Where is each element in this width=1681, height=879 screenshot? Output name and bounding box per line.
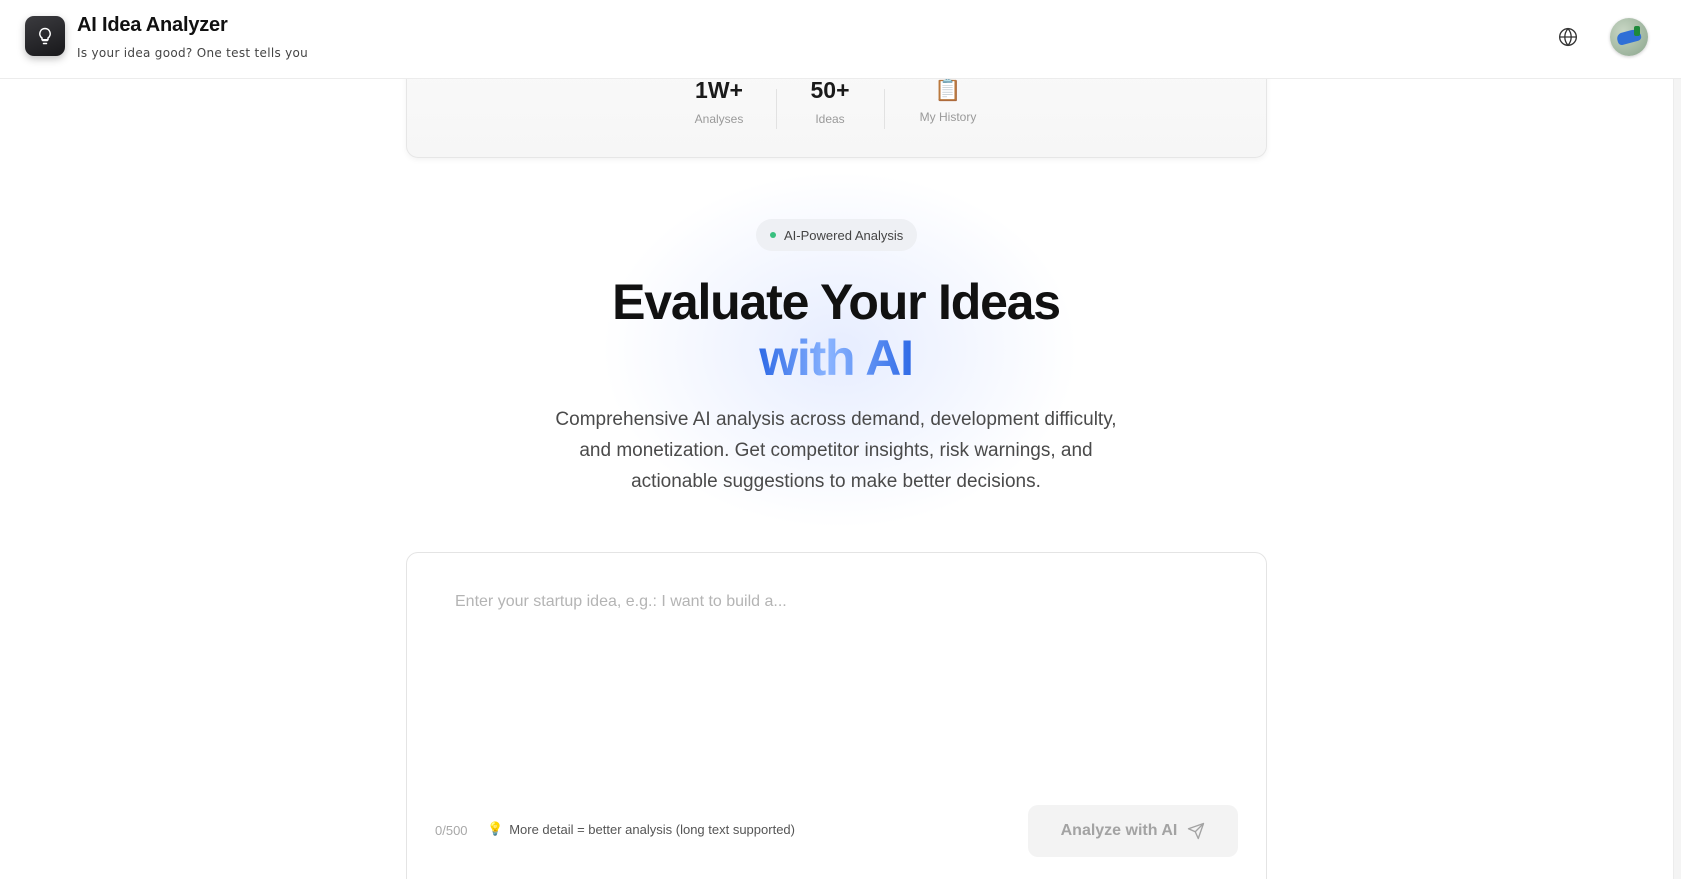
stat-value: 1W+	[695, 77, 743, 103]
stat-divider	[884, 89, 885, 129]
my-history-button[interactable]: 📋 My History	[908, 77, 988, 125]
lightbulb-icon	[39, 27, 51, 45]
user-avatar[interactable]	[1610, 18, 1648, 56]
hint-text: More detail = better analysis (long text…	[509, 821, 795, 837]
app-header: AI Idea Analyzer Is your idea good? One …	[0, 0, 1681, 79]
globe-icon	[1559, 27, 1577, 47]
input-hint: 💡 More detail = better analysis (long te…	[487, 821, 795, 837]
badge-label: AI-Powered Analysis	[784, 227, 904, 243]
app-title: AI Idea Analyzer	[77, 14, 228, 36]
stat-label: Ideas	[815, 112, 845, 126]
stat-value: 50+	[810, 77, 850, 103]
stat-ideas: 50+ Ideas	[798, 77, 862, 126]
language-button[interactable]	[1556, 25, 1580, 49]
idea-input-card: 0/500 💡 More detail = better analysis (l…	[406, 552, 1267, 879]
hero-description: Comprehensive AI analysis across demand,…	[555, 409, 1117, 492]
stat-divider	[776, 89, 777, 129]
ai-badge: AI-Powered Analysis	[756, 219, 918, 251]
stat-label: Analyses	[694, 112, 744, 126]
analyze-button-label: Analyze with AI	[1060, 822, 1178, 839]
lightbulb-icon: 💡	[487, 821, 504, 836]
hero-title: Evaluate Your Ideas	[612, 274, 1061, 330]
analyze-button[interactable]: Analyze with AI	[1028, 805, 1238, 857]
page-scrollbar[interactable]	[1673, 0, 1681, 879]
char-count: 0/500	[435, 823, 468, 838]
app-logo[interactable]	[25, 16, 65, 56]
stat-label: My History	[919, 110, 977, 124]
hero-title-accent-text: with AI	[759, 330, 914, 386]
app-subtitle: Is your idea good? One test tells you	[77, 46, 309, 60]
hero-title-accent: with AI	[0, 328, 1672, 388]
stat-analyses: 1W+ Analyses	[684, 77, 754, 126]
idea-input[interactable]	[455, 593, 1215, 773]
clipboard-icon: 📋	[934, 77, 962, 102]
send-icon	[1188, 822, 1205, 840]
status-dot-icon	[770, 232, 776, 238]
